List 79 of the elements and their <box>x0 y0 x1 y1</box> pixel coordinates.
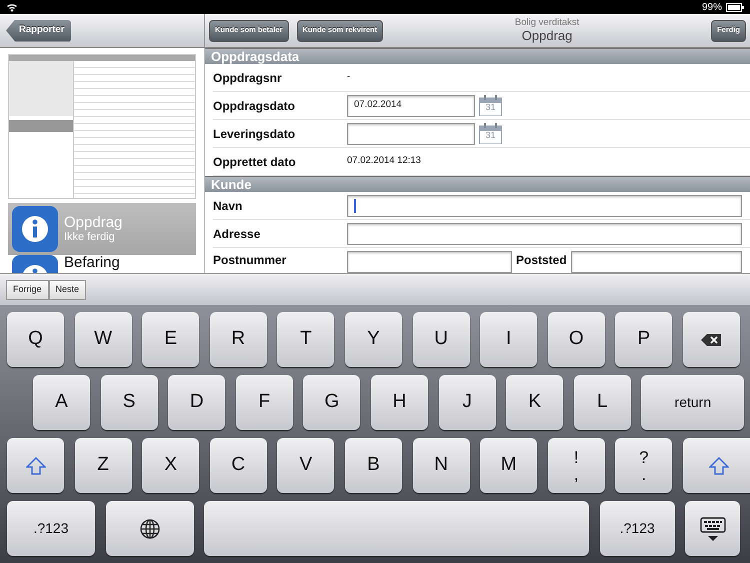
field-label: Oppdragsnr <box>213 70 283 86</box>
key-symbol: , <box>574 466 579 482</box>
nav-subtitle: Bolig verditakst <box>514 18 580 29</box>
keyboard-key[interactable]: J <box>438 375 496 430</box>
field-label: Adresse <box>213 226 262 242</box>
field-value: - <box>347 70 350 84</box>
toolbar-button[interactable]: Neste <box>48 280 86 300</box>
keyboard-key[interactable]: I <box>480 312 538 367</box>
battery-text: 99% <box>702 0 722 14</box>
wifi-icon <box>6 2 18 12</box>
shift-key[interactable] <box>7 438 64 493</box>
key-symbol: . <box>641 466 646 482</box>
hide-keyboard-key[interactable] <box>685 501 740 556</box>
field-label: Postnummer <box>213 252 288 269</box>
item-title: Oppdrag <box>64 214 122 232</box>
text-field[interactable] <box>347 194 742 216</box>
keyboard-key[interactable]: S <box>100 375 158 430</box>
text-field[interactable] <box>347 222 742 244</box>
section-header: Oppdragsdata <box>205 48 750 64</box>
nav-title: Oppdrag <box>522 28 572 43</box>
calendar-day: 31 <box>479 131 502 140</box>
field-label: Oppdragsdato <box>213 98 296 114</box>
shift-icon <box>26 456 46 474</box>
back-button[interactable]: Rapporter <box>6 20 72 42</box>
keyboard-key[interactable]: A <box>33 375 90 430</box>
field-label: Opprettet dato <box>213 154 297 170</box>
item-subtitle: Ikke ferdig <box>64 231 116 244</box>
keyboard-key[interactable]: T <box>277 312 334 367</box>
key-symbol: ! <box>574 448 579 466</box>
keyboard-key[interactable]: R <box>210 312 267 367</box>
keyboard-key[interactable]: .?123 <box>600 501 675 556</box>
calendar-icon[interactable] <box>479 95 502 116</box>
keyboard-key[interactable]: E <box>142 312 200 367</box>
backspace-key[interactable] <box>682 312 740 367</box>
keyboard-key[interactable]: D <box>168 375 226 430</box>
keyboard-key[interactable]: ? . <box>615 438 672 493</box>
text-field[interactable] <box>347 251 512 273</box>
keyboard-key[interactable]: U <box>412 312 470 367</box>
keyboard-key[interactable]: N <box>412 438 470 493</box>
shift-key[interactable] <box>682 438 750 493</box>
keyboard-key[interactable]: .?123 <box>7 501 95 556</box>
keyboard-key[interactable]: M <box>480 438 538 493</box>
globe-key[interactable] <box>106 501 194 556</box>
text-field[interactable] <box>570 251 742 273</box>
toolbar-button[interactable]: Forrige <box>6 280 49 300</box>
keyboard-key[interactable]: X <box>142 438 200 493</box>
keyboard-key[interactable]: ! , <box>548 438 605 493</box>
key-symbol: ? <box>639 448 649 466</box>
keyboard-key[interactable]: Q <box>7 312 64 367</box>
keyboard-key[interactable]: O <box>548 312 605 367</box>
field-label: Navn <box>213 198 244 214</box>
keyboard-key[interactable]: B <box>344 438 402 493</box>
keyboard-key[interactable]: W <box>74 312 132 367</box>
backspace-icon <box>701 334 722 346</box>
date-field[interactable]: 07.02.2014 <box>347 94 475 116</box>
keyboard-key[interactable]: Y <box>344 312 402 367</box>
calendar-icon[interactable] <box>479 123 502 144</box>
keyboard-key[interactable]: H <box>370 375 428 430</box>
section-header: Kunde <box>205 176 750 192</box>
keyboard-key[interactable]: V <box>277 438 334 493</box>
field-label: Poststed <box>515 252 568 269</box>
keyboard-key[interactable]: return <box>641 375 744 430</box>
date-field[interactable] <box>347 122 475 144</box>
info-icon <box>12 206 58 252</box>
keyboard-hide-icon <box>700 516 726 540</box>
field-value: 07.02.2014 12:13 <box>347 154 421 168</box>
shift-icon <box>709 456 730 474</box>
keyboard-key[interactable]: L <box>574 375 631 430</box>
battery-icon <box>726 2 744 12</box>
keyboard-key[interactable]: G <box>303 375 360 430</box>
field-label: Leveringsdato <box>213 126 296 142</box>
keyboard-key[interactable]: P <box>615 312 672 367</box>
keyboard-key[interactable]: K <box>506 375 564 430</box>
keyboard-key[interactable]: F <box>236 375 293 430</box>
globe-icon <box>140 518 160 538</box>
calendar-day: 31 <box>479 103 502 112</box>
keyboard-key[interactable]: Z <box>74 438 132 493</box>
keyboard-key[interactable]: C <box>210 438 267 493</box>
item-title: Befaring <box>64 255 120 272</box>
